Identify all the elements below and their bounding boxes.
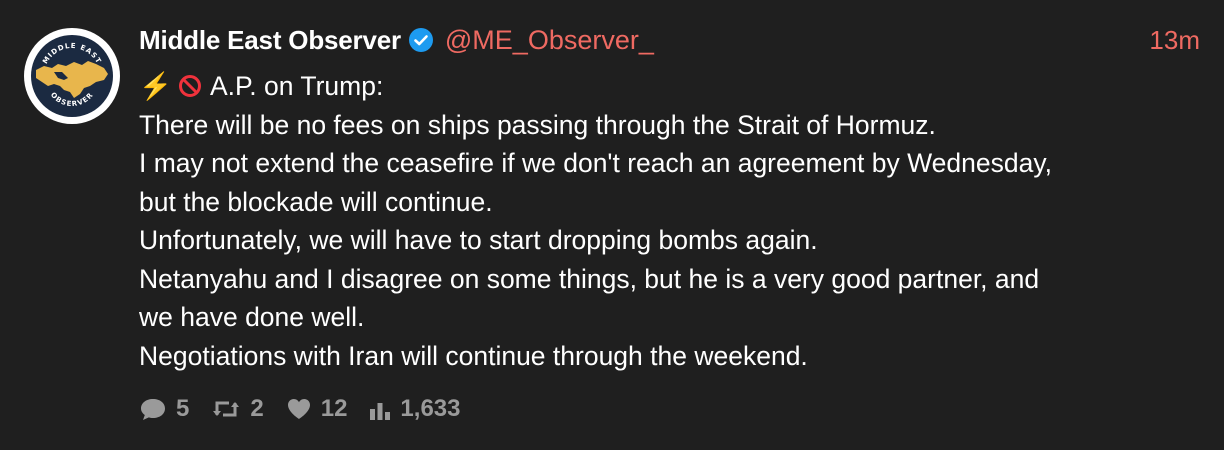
repost-count: 2: [250, 395, 264, 422]
prohibited-icon: [178, 70, 202, 97]
post-line: Netanyahu and I disagree on some things,…: [139, 263, 1040, 294]
avatar[interactable]: MIDDLE EAST OBSERVER: [24, 28, 120, 124]
middle-east-observer-logo-icon: MIDDLE EAST OBSERVER: [31, 35, 113, 117]
post-stats-bar: 5 2 12 1,633: [139, 392, 482, 426]
author-name[interactable]: Middle East Observer: [139, 25, 401, 56]
heart-icon: [287, 399, 310, 419]
post-line: we have done well.: [139, 302, 365, 332]
post-line: I may not extend the ceasefire if we don…: [139, 148, 1052, 178]
post-line: Unfortunately, we will have to start dro…: [139, 225, 818, 255]
post-body: ⚡ A.P. on Trump: There will be no fees on…: [139, 67, 1209, 375]
post-line: Negotiations with Iran will continue thr…: [139, 340, 808, 371]
repost-button[interactable]: 2: [211, 395, 264, 423]
repost-icon: [213, 401, 240, 417]
like-count: 12: [320, 395, 348, 422]
post-lead-line: ⚡ A.P. on Trump:: [139, 67, 1209, 106]
post-timestamp[interactable]: 13m: [1149, 25, 1200, 56]
post-header: Middle East Observer @ME_Observer_ 13m: [139, 22, 1200, 58]
verified-badge-icon: [408, 27, 434, 53]
post-line: but the blockade will continue.: [139, 186, 493, 217]
high-voltage-icon: ⚡: [139, 71, 172, 101]
reply-count: 5: [176, 395, 190, 422]
reply-button[interactable]: 5: [139, 395, 189, 423]
reply-bubble-icon: [141, 399, 165, 420]
post-lead: A.P. on Trump:: [210, 71, 384, 101]
views-button[interactable]: 1,633: [369, 395, 460, 423]
view-count: 1,633: [400, 395, 461, 422]
like-button[interactable]: 12: [286, 395, 348, 423]
bar-chart-icon: [370, 403, 391, 420]
author-handle[interactable]: @ME_Observer_: [445, 25, 654, 56]
post-line: There will be no fees on ships passing t…: [139, 109, 936, 140]
